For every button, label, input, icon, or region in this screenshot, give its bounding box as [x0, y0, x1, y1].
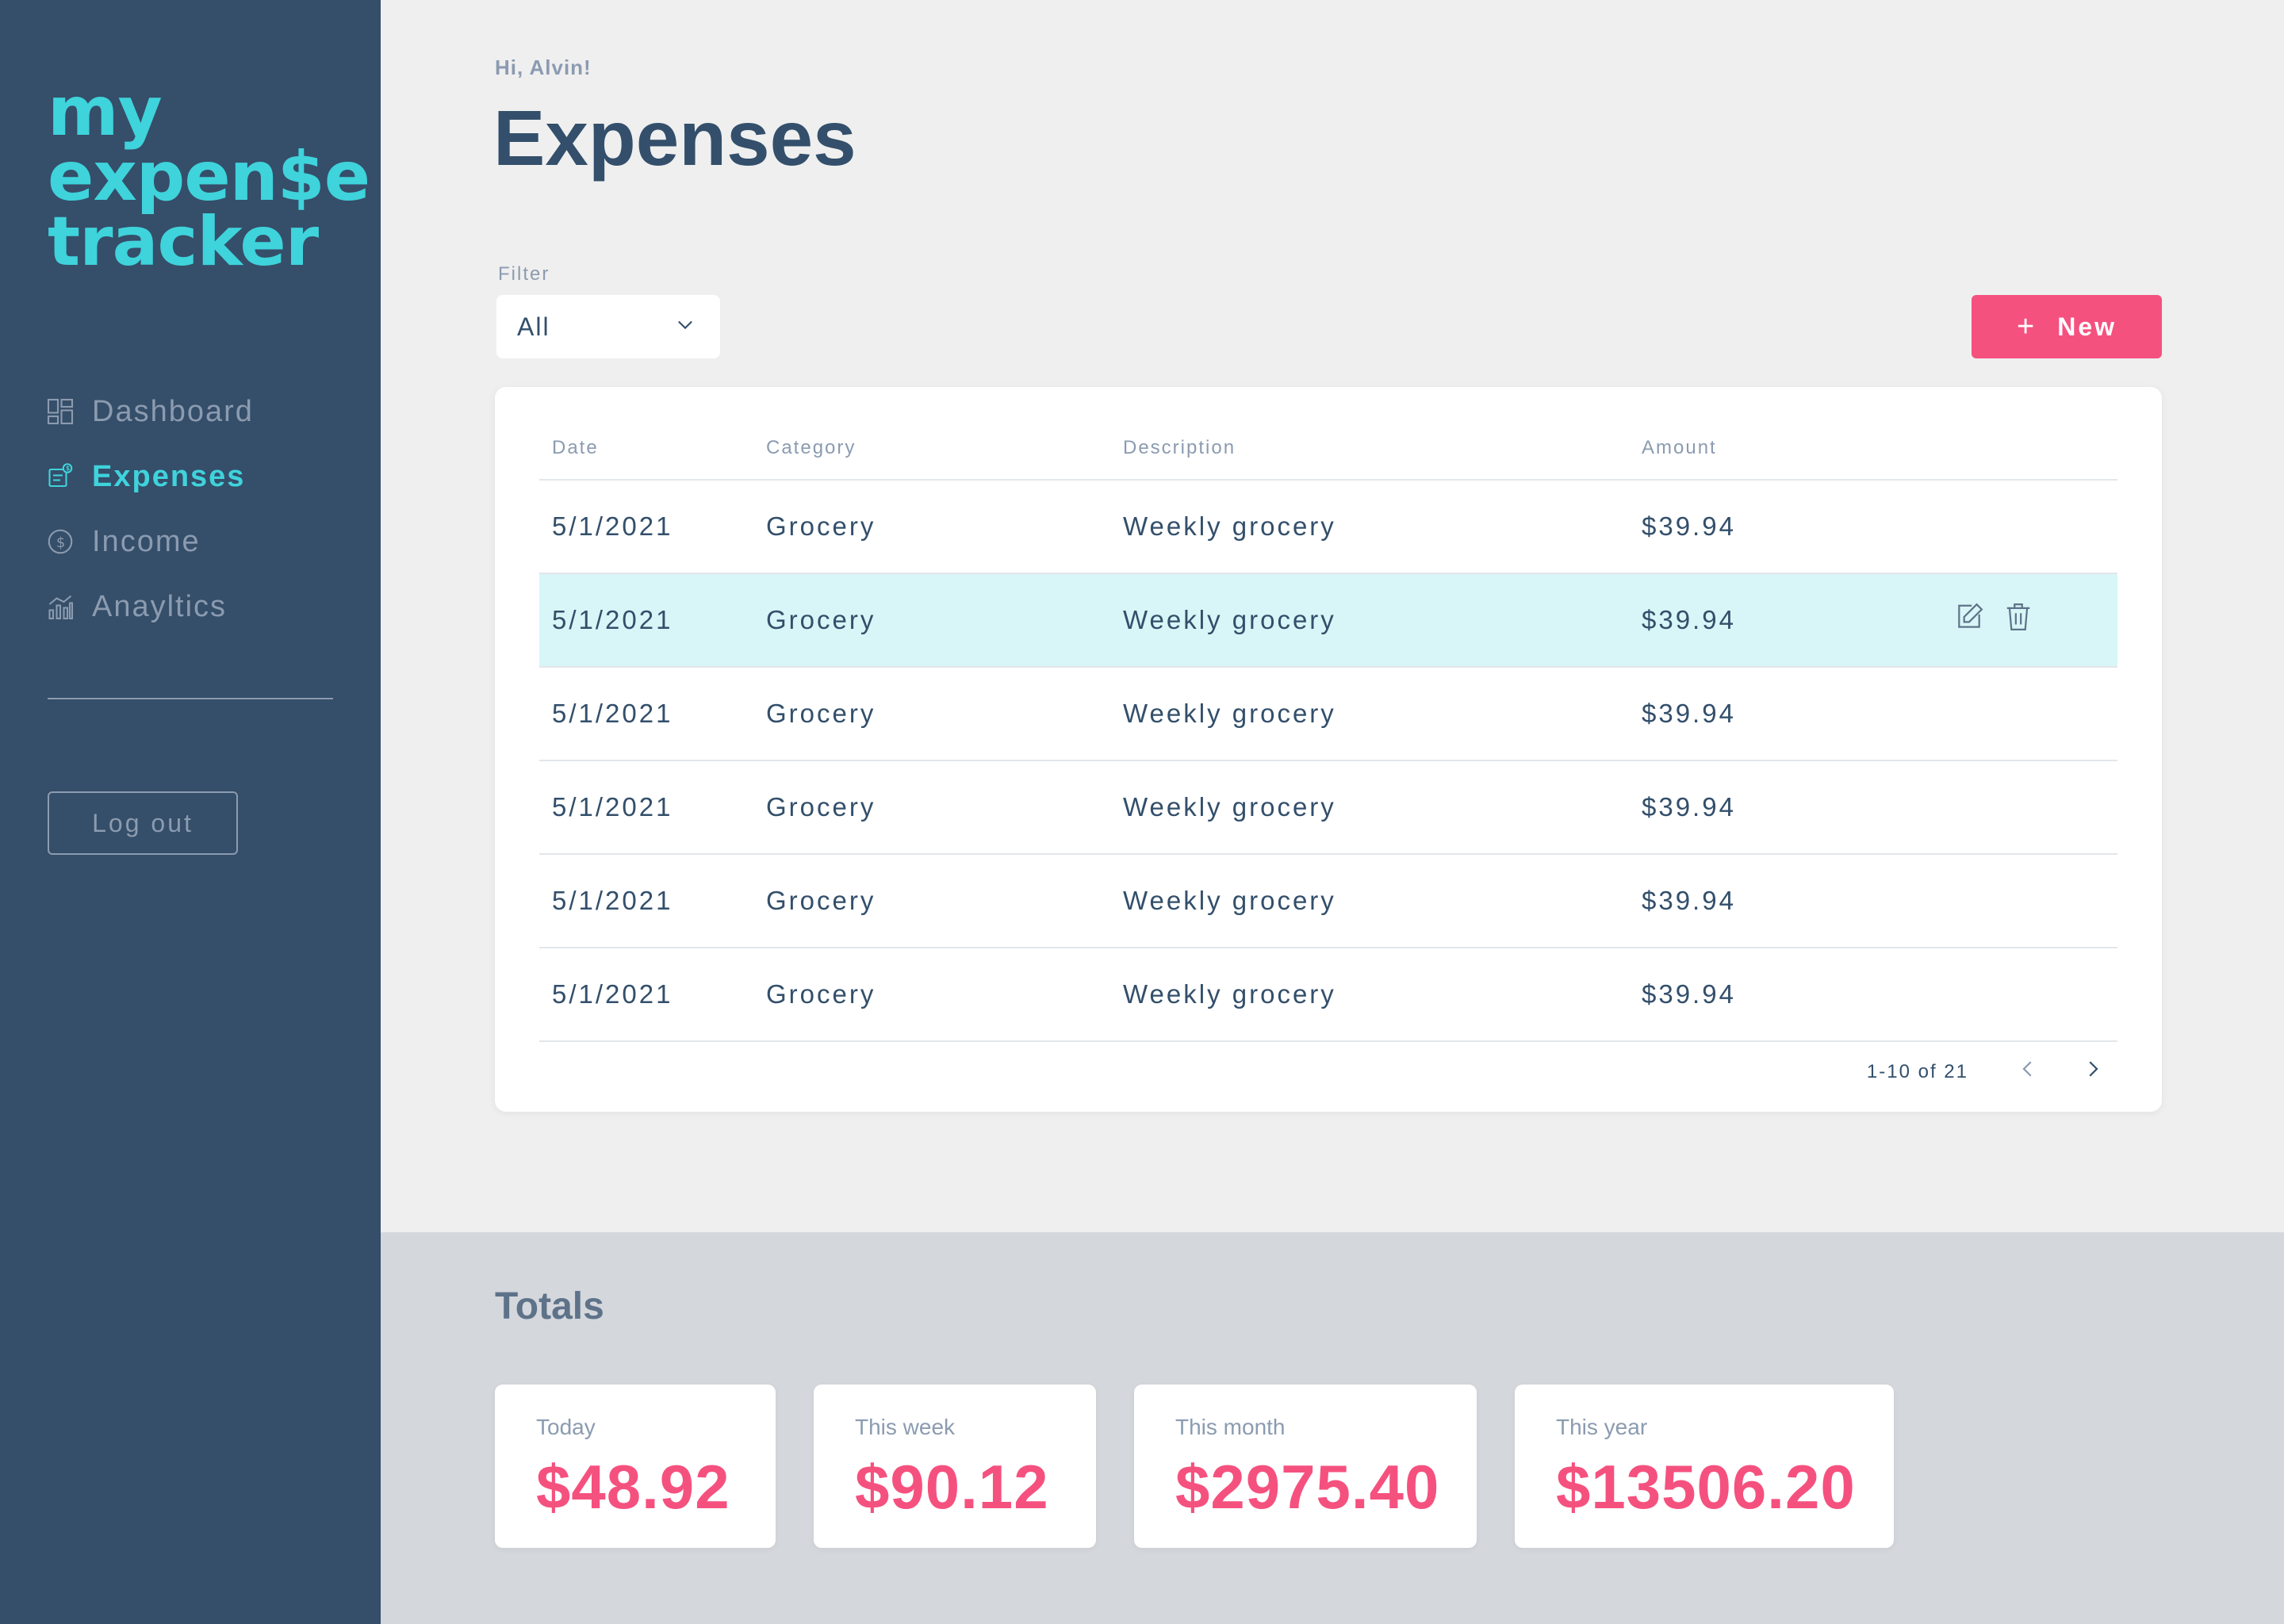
greeting: Hi, Alvin! [495, 56, 592, 79]
sidebar-item-label: Expenses [92, 459, 246, 493]
pagination: 1-10 of 21 [1867, 1057, 2105, 1086]
svg-text:$: $ [56, 534, 67, 551]
sidebar-divider [48, 698, 333, 699]
logo-line-3: tracker [48, 202, 319, 282]
filter-value: All [517, 312, 550, 341]
cell-amount: $39.94 [1642, 699, 1736, 728]
svg-text:$: $ [66, 465, 72, 472]
cell-category: Grocery [766, 605, 876, 634]
total-label: This month [1175, 1415, 1286, 1439]
filter-label: Filter [498, 263, 550, 285]
table-row[interactable]: 5/1/2021 Grocery Weekly grocery $39.94 [539, 574, 2117, 668]
total-card-today: Today $48.92 [495, 1385, 776, 1548]
cell-description: Weekly grocery [1123, 979, 1336, 1009]
chevron-right-icon[interactable] [2081, 1057, 2105, 1086]
sidebar-item-label: Income [92, 524, 201, 558]
logo-line-2: expen$e [48, 137, 370, 216]
cell-description: Weekly grocery [1123, 792, 1336, 822]
cell-category: Grocery [766, 792, 876, 822]
cell-description: Weekly grocery [1123, 699, 1336, 728]
analytics-chart-icon [46, 592, 75, 621]
edit-icon[interactable] [1954, 602, 1984, 638]
chevron-down-icon [674, 312, 696, 342]
column-header-category[interactable]: Category [766, 437, 856, 459]
sidebar-item-dashboard[interactable]: Dashboard [46, 379, 347, 444]
sidebar-item-analytics[interactable]: Anayltics [46, 574, 347, 639]
cell-date: 5/1/2021 [552, 699, 673, 728]
column-header-description[interactable]: Description [1123, 437, 1236, 459]
filter-dropdown[interactable]: All [496, 295, 720, 358]
logo-line-1: my [48, 72, 163, 151]
sidebar-item-income[interactable]: $ Income [46, 509, 347, 574]
cell-category: Grocery [766, 699, 876, 728]
new-expense-button[interactable]: + New [1972, 295, 2162, 358]
cell-date: 5/1/2021 [552, 979, 673, 1009]
column-header-date[interactable]: Date [552, 437, 599, 459]
logout-button[interactable]: Log out [48, 791, 238, 855]
cell-amount: $39.94 [1642, 511, 1736, 541]
total-card-month: This month $2975.40 [1134, 1385, 1477, 1548]
expenses-icon: $ [46, 462, 75, 491]
cell-category: Grocery [766, 979, 876, 1009]
cell-amount: $39.94 [1642, 886, 1736, 915]
cell-date: 5/1/2021 [552, 792, 673, 822]
row-actions [1954, 602, 2033, 638]
cell-description: Weekly grocery [1123, 605, 1336, 634]
sidebar: my expen$e tracker Dashboard $ Expenses … [0, 0, 381, 1624]
cell-amount: $39.94 [1642, 979, 1736, 1009]
dollar-circle-icon: $ [46, 527, 75, 556]
expenses-table-card: Date Category Description Amount 5/1/202… [495, 387, 2162, 1112]
table-header: Date Category Description Amount [539, 417, 2117, 481]
trash-icon[interactable] [2003, 602, 2033, 638]
new-button-label: New [2057, 312, 2117, 341]
total-card-year: This year $13506.20 [1515, 1385, 1894, 1548]
cell-date: 5/1/2021 [552, 886, 673, 915]
table-row[interactable]: 5/1/2021 Grocery Weekly grocery $39.94 [539, 948, 2117, 1042]
pagination-range: 1-10 of 21 [1866, 1060, 1968, 1082]
total-value: $2975.40 [1175, 1452, 1440, 1522]
table-row[interactable]: 5/1/2021 Grocery Weekly grocery $39.94 [539, 855, 2117, 948]
table-row[interactable]: 5/1/2021 Grocery Weekly grocery $39.94 [539, 761, 2117, 855]
sidebar-nav: Dashboard $ Expenses $ Income Anayltics [46, 379, 347, 639]
table-row[interactable]: 5/1/2021 Grocery Weekly grocery $39.94 [539, 668, 2117, 761]
sidebar-item-label: Dashboard [92, 394, 254, 428]
cell-amount: $39.94 [1642, 605, 1736, 634]
sidebar-item-label: Anayltics [92, 589, 228, 623]
total-value: $13506.20 [1556, 1452, 1856, 1522]
sidebar-item-expenses[interactable]: $ Expenses [46, 444, 347, 509]
page-title: Expenses [493, 94, 856, 182]
table-row[interactable]: 5/1/2021 Grocery Weekly grocery $39.94 [539, 481, 2117, 574]
cell-description: Weekly grocery [1123, 511, 1336, 541]
totals-section: Totals Today $48.92 This week $90.12 Thi… [381, 1232, 2284, 1624]
total-label: This year [1556, 1415, 1648, 1439]
expenses-table: Date Category Description Amount 5/1/202… [539, 417, 2117, 1042]
total-value: $48.92 [536, 1452, 730, 1522]
plus-icon: + [2017, 309, 2037, 343]
total-value: $90.12 [855, 1452, 1049, 1522]
total-label: Today [536, 1415, 596, 1439]
cell-category: Grocery [766, 511, 876, 541]
chevron-left-icon[interactable] [2016, 1057, 2040, 1086]
cell-category: Grocery [766, 886, 876, 915]
dashboard-icon [46, 397, 75, 426]
cell-amount: $39.94 [1642, 792, 1736, 822]
totals-title: Totals [495, 1285, 604, 1327]
cell-date: 5/1/2021 [552, 605, 673, 634]
total-card-week: This week $90.12 [814, 1385, 1096, 1548]
column-header-amount[interactable]: Amount [1642, 437, 1717, 459]
cell-description: Weekly grocery [1123, 886, 1336, 915]
app-logo[interactable]: my expen$e tracker [48, 72, 370, 282]
cell-date: 5/1/2021 [552, 511, 673, 541]
total-label: This week [855, 1415, 956, 1439]
